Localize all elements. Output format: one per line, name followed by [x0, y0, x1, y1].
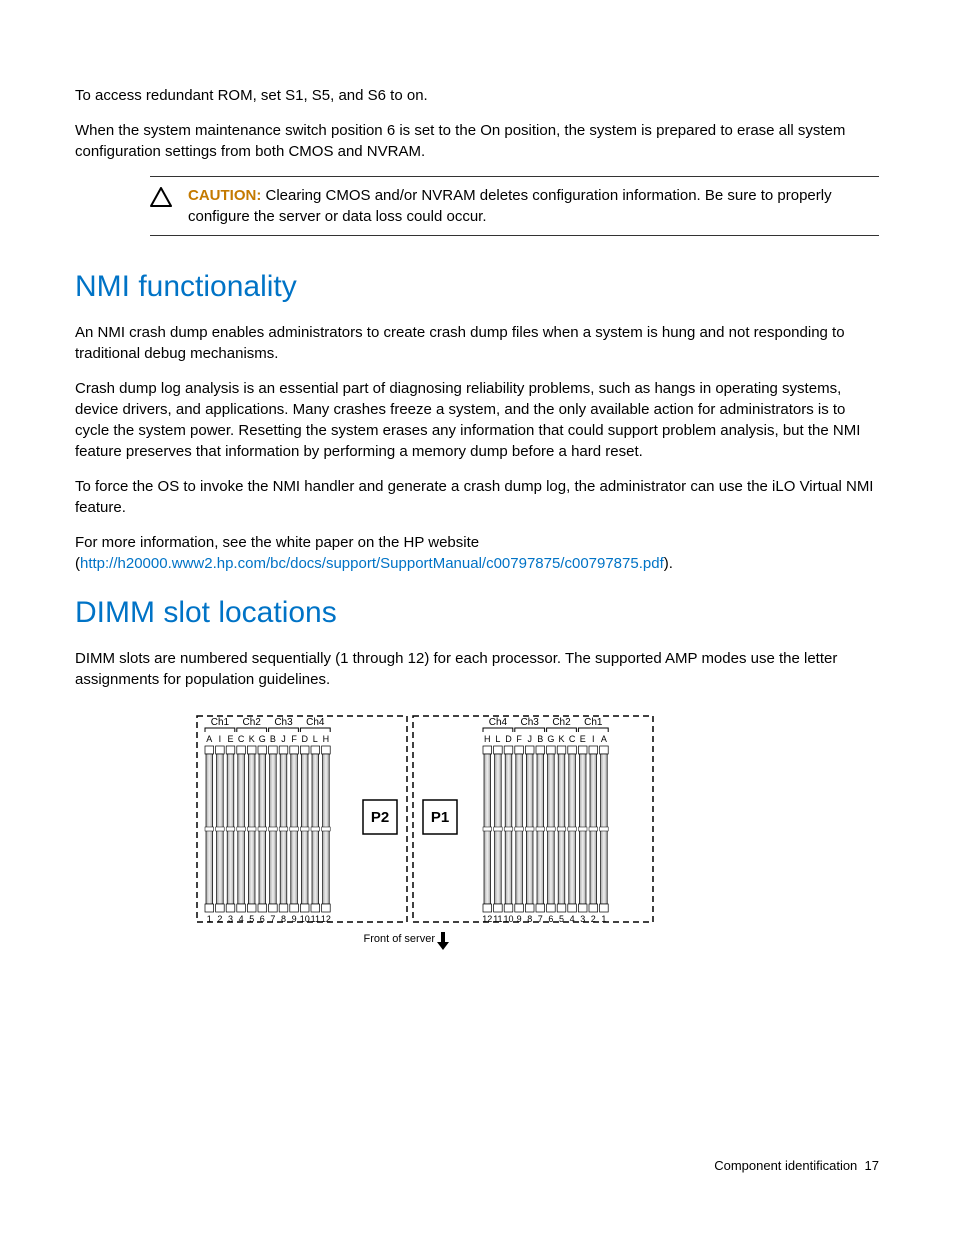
svg-text:4: 4 [239, 914, 244, 924]
svg-text:1: 1 [207, 914, 212, 924]
proc-p2-label: P2 [371, 809, 389, 826]
dimm-diagram: Ch1Ch2Ch3Ch4A1I2E3C4K5G6B7J8F9D10L11H12 … [195, 710, 879, 966]
caution-callout: CAUTION: Clearing CMOS and/or NVRAM dele… [150, 176, 879, 236]
nmi-p1: An NMI crash dump enables administrators… [75, 322, 879, 364]
svg-text:6: 6 [548, 914, 553, 924]
svg-text:10: 10 [300, 914, 310, 924]
svg-text:Ch1: Ch1 [584, 717, 603, 728]
svg-text:C: C [569, 734, 576, 744]
svg-text:I: I [219, 734, 222, 744]
svg-text:E: E [227, 734, 233, 744]
svg-text:7: 7 [270, 914, 275, 924]
svg-text:Ch2: Ch2 [243, 717, 262, 728]
heading-dimm: DIMM slot locations [75, 592, 879, 634]
svg-text:2: 2 [217, 914, 222, 924]
svg-text:9: 9 [292, 914, 297, 924]
svg-text:Ch4: Ch4 [306, 717, 325, 728]
svg-text:6: 6 [260, 914, 265, 924]
caution-label: CAUTION: [188, 187, 261, 204]
svg-text:F: F [291, 734, 297, 744]
proc-p1-label: P1 [431, 809, 449, 826]
front-of-server-label: Front of server [363, 933, 435, 945]
svg-text:11: 11 [493, 914, 502, 924]
svg-text:G: G [259, 734, 266, 744]
svg-text:D: D [301, 734, 308, 744]
arrow-down-icon [437, 932, 449, 950]
svg-text:L: L [313, 734, 318, 744]
svg-text:G: G [547, 734, 554, 744]
svg-text:11: 11 [311, 914, 320, 924]
svg-text:Ch3: Ch3 [274, 717, 293, 728]
nmi-whitepaper-link[interactable]: http://h20000.www2.hp.com/bc/docs/suppor… [80, 555, 664, 572]
nmi-p4: For more information, see the white pape… [75, 532, 879, 574]
svg-text:8: 8 [281, 914, 286, 924]
dimm-p1: DIMM slots are numbered sequentially (1 … [75, 648, 879, 690]
svg-text:5: 5 [249, 914, 254, 924]
footer-page-number: 17 [865, 1158, 879, 1173]
svg-text:K: K [558, 734, 564, 744]
svg-text:B: B [537, 734, 543, 744]
svg-text:C: C [238, 734, 245, 744]
svg-text:Ch3: Ch3 [521, 717, 540, 728]
intro-p2: When the system maintenance switch posit… [75, 120, 879, 162]
nmi-p3: To force the OS to invoke the NMI handle… [75, 476, 879, 518]
caution-text: CAUTION: Clearing CMOS and/or NVRAM dele… [188, 185, 879, 227]
svg-text:10: 10 [503, 914, 513, 924]
svg-text:J: J [527, 734, 532, 744]
svg-text:Ch4: Ch4 [489, 717, 508, 728]
caution-icon [150, 187, 172, 213]
svg-text:A: A [601, 734, 607, 744]
caution-body: Clearing CMOS and/or NVRAM deletes confi… [188, 187, 832, 225]
svg-text:F: F [516, 734, 522, 744]
svg-text:K: K [249, 734, 255, 744]
svg-text:E: E [580, 734, 586, 744]
svg-text:9: 9 [517, 914, 522, 924]
svg-text:2: 2 [591, 914, 596, 924]
svg-text:7: 7 [538, 914, 543, 924]
svg-text:4: 4 [570, 914, 575, 924]
svg-text:3: 3 [228, 914, 233, 924]
svg-text:H: H [484, 734, 491, 744]
footer-section: Component identification [714, 1158, 857, 1173]
svg-text:H: H [323, 734, 330, 744]
svg-text:J: J [281, 734, 286, 744]
svg-text:1: 1 [601, 914, 606, 924]
svg-text:Ch1: Ch1 [211, 717, 230, 728]
nmi-p2: Crash dump log analysis is an essential … [75, 378, 879, 462]
heading-nmi: NMI functionality [75, 266, 879, 308]
svg-text:L: L [495, 734, 500, 744]
svg-text:B: B [270, 734, 276, 744]
page-footer: Component identification 17 [714, 1157, 879, 1175]
svg-text:12: 12 [482, 914, 492, 924]
svg-text:12: 12 [321, 914, 331, 924]
intro-p1: To access redundant ROM, set S1, S5, and… [75, 85, 879, 106]
svg-text:A: A [206, 734, 212, 744]
svg-text:I: I [592, 734, 595, 744]
svg-text:D: D [505, 734, 512, 744]
svg-text:3: 3 [580, 914, 585, 924]
svg-text:Ch2: Ch2 [552, 717, 571, 728]
svg-text:8: 8 [527, 914, 532, 924]
svg-text:5: 5 [559, 914, 564, 924]
